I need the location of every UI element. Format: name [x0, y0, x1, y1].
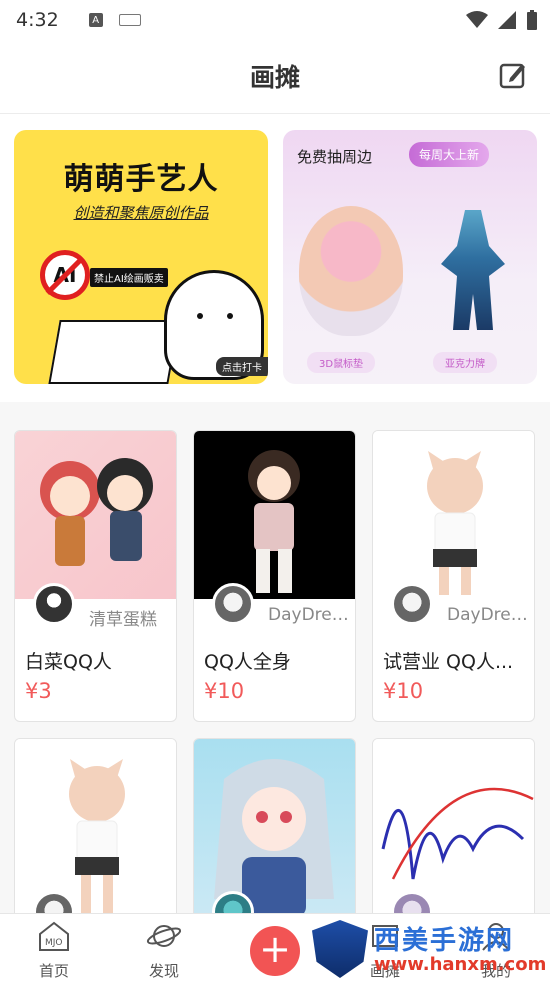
acrylic-figure-image	[441, 210, 505, 330]
nav-discover-label: 发现	[148, 962, 179, 980]
status-bar: 4:32 A	[0, 0, 550, 40]
author-name: DayDrea...	[447, 605, 531, 625]
product-price: ¥3	[25, 679, 52, 703]
product-card[interactable]	[193, 738, 356, 938]
status-time: 4:32	[16, 9, 59, 31]
banner-giveaway-title: 免费抽周边	[297, 148, 373, 166]
svg-text:MJO: MJO	[45, 938, 63, 948]
product-name: 白菜QQ人	[25, 651, 112, 673]
author-name: DayDrea...	[268, 605, 352, 625]
avatar[interactable]	[391, 583, 433, 625]
planet-icon	[146, 925, 182, 947]
create-button[interactable]: +	[250, 926, 300, 976]
no-ai-label: 禁止AI绘画贩卖	[90, 268, 168, 287]
banner-artisan[interactable]: 萌萌手艺人 创造和聚焦原创作品 AI 禁止AI绘画贩卖 点击打卡	[14, 130, 268, 384]
watermark-title: 西美手游网	[374, 926, 515, 956]
author-name: 清草蛋糕	[89, 610, 157, 630]
product-card[interactable]: DayDrea... QQ人全身 ¥10	[193, 430, 356, 722]
input-method-icon: A	[88, 13, 103, 27]
home-icon: MJO	[39, 921, 69, 951]
banner-artisan-title: 萌萌手艺人	[63, 162, 219, 197]
site-watermark: 西美手游网 www.hanxm.com	[310, 918, 550, 980]
gamepad-shield-logo	[312, 920, 368, 978]
nav-home-label: 首页	[38, 962, 69, 980]
product-card[interactable]: 清草蛋糕 白菜QQ人 ¥3	[14, 430, 177, 722]
banner-section: 萌萌手艺人 创造和聚焦原创作品 AI 禁止AI绘画贩卖 点击打卡 免费抽周边 每…	[0, 114, 550, 402]
product-name: QQ人全身	[204, 651, 291, 673]
product-price: ¥10	[204, 679, 245, 703]
avatar[interactable]	[212, 583, 254, 625]
keyboard-icon	[118, 14, 141, 26]
mousepad-image	[299, 206, 403, 336]
battery-icon	[527, 10, 537, 30]
signal-icon	[498, 11, 516, 29]
app-header: 画摊	[0, 40, 550, 114]
box-illustration	[48, 320, 180, 384]
edit-icon[interactable]	[498, 60, 528, 90]
chibi-figure-illustration	[248, 450, 300, 593]
avatar[interactable]	[33, 583, 75, 625]
chibi-couple-illustration	[40, 458, 153, 566]
banner-artisan-subtitle: 创造和聚焦原创作品	[73, 204, 209, 222]
acrylic-label: 亚克力牌	[433, 352, 497, 373]
product-image	[373, 431, 534, 599]
no-ai-icon: AI	[40, 250, 90, 300]
product-card[interactable]	[14, 738, 177, 938]
banner-giveaway[interactable]: 免费抽周边 每周大上新 3D鼠标垫 亚克力牌	[283, 130, 537, 384]
product-image	[194, 431, 355, 599]
product-card[interactable]	[372, 738, 535, 938]
product-card[interactable]: DayDrea... 试营业 QQ人... ¥10	[372, 430, 535, 722]
nav-home[interactable]: MJO 首页	[14, 920, 94, 981]
mousepad-label: 3D鼠标垫	[307, 352, 376, 373]
weekly-new-badge: 每周大上新	[409, 142, 490, 167]
product-image	[15, 431, 176, 599]
watermark-url: www.hanxm.com	[374, 954, 547, 975]
page-title: 画摊	[249, 63, 300, 92]
wifi-icon	[466, 11, 488, 28]
product-name: 试营业 QQ人...	[383, 651, 514, 673]
nav-discover[interactable]: 发现	[124, 920, 204, 981]
catgirl-illustration	[427, 451, 483, 595]
product-price: ¥10	[383, 679, 424, 703]
banner-click-label: 点击打卡	[216, 357, 268, 376]
